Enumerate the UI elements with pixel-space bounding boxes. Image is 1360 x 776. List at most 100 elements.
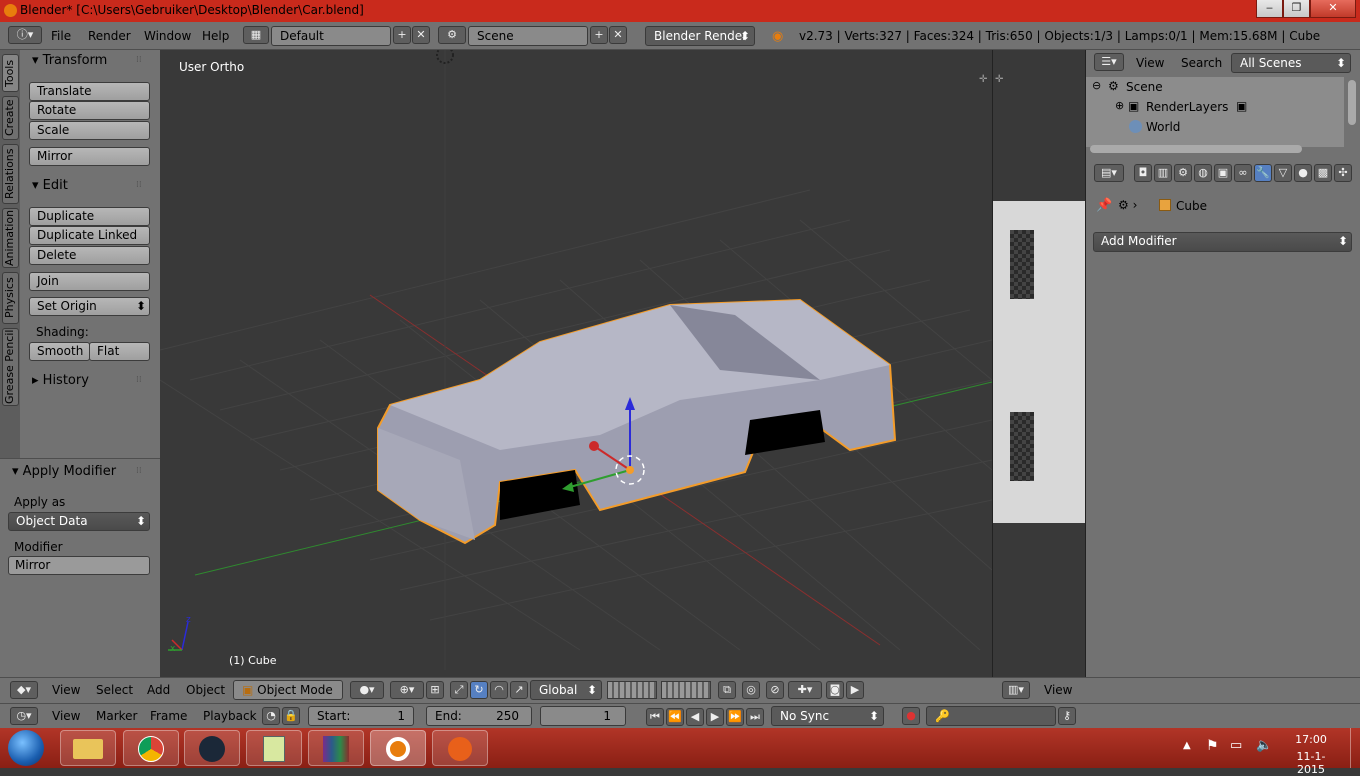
auto-keying-icon[interactable]: ● [902, 707, 920, 725]
join-button[interactable]: Join [29, 272, 150, 291]
apply-modifier-panel-header[interactable]: ▾ Apply Modifier [12, 461, 116, 483]
manipulator-toggle-icon[interactable]: ⊞ [426, 681, 444, 699]
winrar-taskbar-icon[interactable] [308, 730, 364, 766]
scene-tab-icon[interactable]: ⚙ [1174, 164, 1192, 182]
menu-object[interactable]: Object [186, 683, 225, 697]
outliner-view-menu[interactable]: View [1136, 56, 1164, 70]
transform-panel-header[interactable]: ▾ Transform [32, 50, 107, 72]
mirror-button[interactable]: Mirror [29, 147, 150, 166]
snap-element-icon[interactable]: ✚▾ [788, 681, 822, 699]
3d-viewport[interactable]: User Ortho (1) Cube z x ✛ [160, 50, 992, 677]
snap-toggle-icon[interactable]: ⊘ [766, 681, 784, 699]
drag-handle-icon[interactable]: ⁞⁞ [136, 375, 142, 385]
outliner-horizontal-scrollbar[interactable] [1090, 145, 1302, 153]
area-split-icon[interactable]: ✛ [995, 74, 1003, 85]
render-layers-tab-icon[interactable]: ▥ [1154, 164, 1172, 182]
tab-animation[interactable]: Animation [2, 208, 19, 268]
expand-icon[interactable]: ⊕ [1115, 99, 1124, 112]
pivot-point-icon[interactable]: ⊕▾ [390, 681, 424, 699]
add-scene-icon[interactable]: + [590, 26, 608, 44]
start-button[interactable] [8, 730, 44, 766]
duplicate-linked-button[interactable]: Duplicate Linked [29, 226, 150, 245]
jump-keyframe-back-icon[interactable]: ⏪ [666, 708, 684, 726]
shade-flat-button[interactable]: Flat [89, 342, 150, 361]
rotate-manipulator-icon[interactable]: ↻ [470, 681, 488, 699]
explorer-taskbar-icon[interactable] [60, 730, 116, 766]
blender-taskbar-icon[interactable] [370, 730, 426, 766]
scene-icon[interactable]: ⚙ [438, 26, 466, 44]
pin-icon[interactable]: 📌 [1096, 198, 1112, 213]
editor-type-3d-icon[interactable]: ◆▾ [10, 681, 38, 699]
clock-date[interactable]: 11-1-2015 [1283, 750, 1339, 776]
jump-end-icon[interactable]: ⏭ [746, 708, 764, 726]
end-frame-field[interactable]: End: 250 [426, 706, 532, 726]
scene-layers-grid-2[interactable] [661, 681, 711, 699]
rotate-button[interactable]: Rotate [29, 101, 150, 120]
editor-type-image-icon[interactable]: ▥▾ [1002, 681, 1030, 699]
jump-start-icon[interactable]: ⏮ [646, 708, 664, 726]
tab-relations[interactable]: Relations [2, 144, 19, 204]
menu-select[interactable]: Select [96, 683, 133, 697]
drag-handle-icon[interactable]: ⁞⁞ [136, 466, 142, 476]
scale-button[interactable]: Scale [29, 121, 150, 140]
interaction-mode-select[interactable]: ▣ Object Mode [233, 680, 343, 700]
tab-grease-pencil[interactable]: Grease Pencil [2, 328, 19, 406]
image-editor[interactable]: ✛ [993, 50, 1085, 677]
notepad-taskbar-icon[interactable] [246, 730, 302, 766]
shade-smooth-button[interactable]: Smooth [29, 342, 90, 361]
menu-render[interactable]: Render [88, 29, 131, 43]
collapse-icon[interactable]: ⊖ [1092, 79, 1101, 92]
proportional-edit-icon[interactable]: ◎ [742, 681, 760, 699]
viewport-shading-icon[interactable]: ●▾ [350, 681, 384, 699]
delete-screen-icon[interactable]: ✕ [412, 26, 430, 44]
show-hidden-icons-icon[interactable]: ▲ [1183, 740, 1191, 751]
world-tab-icon[interactable]: ◍ [1194, 164, 1212, 182]
drag-handle-icon[interactable]: ⁞⁞ [136, 180, 142, 190]
menu-file[interactable]: File [51, 29, 71, 43]
scene-field[interactable]: Scene [468, 26, 588, 46]
set-origin-menu[interactable]: Set Origin ⬍ [29, 297, 150, 316]
clock-time[interactable]: 17:00 [1283, 733, 1339, 746]
menu-window[interactable]: Window [144, 29, 191, 43]
timeline-menu-playback[interactable]: Playback [203, 709, 257, 723]
lock-time-icon[interactable]: 🔒 [282, 707, 300, 725]
outliner-vertical-scrollbar[interactable] [1348, 80, 1356, 125]
display-mode-select[interactable]: All Scenes ⬍ [1231, 53, 1351, 73]
editor-type-timeline-icon[interactable]: ◷▾ [10, 707, 38, 725]
play-reverse-icon[interactable]: ◀ [686, 708, 704, 726]
translate-button[interactable]: Translate [29, 82, 150, 101]
editor-type-info-icon[interactable]: ⓘ▾ [8, 26, 42, 44]
app-taskbar-icon[interactable] [432, 730, 488, 766]
apply-as-select[interactable]: Object Data ⬍ [8, 512, 150, 531]
menu-view[interactable]: View [52, 683, 80, 697]
show-desktop-button[interactable] [1350, 728, 1360, 768]
screen-layout-icon[interactable]: ▦ [243, 26, 269, 44]
delete-button[interactable]: Delete [29, 246, 150, 265]
screen-layout-field[interactable]: Default [271, 26, 391, 46]
object-tab-icon[interactable]: ▣ [1214, 164, 1232, 182]
modifiers-tab-icon[interactable]: 🔧 [1254, 164, 1272, 182]
image-canvas[interactable] [993, 201, 1085, 523]
chrome-taskbar-icon[interactable] [123, 730, 179, 766]
drag-handle-icon[interactable]: ⁞⁞ [136, 55, 142, 65]
tab-create[interactable]: Create [2, 96, 19, 140]
render-engine-select[interactable]: Blender Render ⬍ [645, 26, 755, 46]
delete-scene-icon[interactable]: ✕ [609, 26, 627, 44]
material-tab-icon[interactable]: ● [1294, 164, 1312, 182]
tree-item-renderlayers[interactable]: RenderLayers [1146, 100, 1228, 114]
tree-item-world[interactable]: World [1146, 120, 1180, 134]
volume-icon[interactable]: 🔈 [1256, 738, 1272, 753]
lock-layers-icon[interactable]: ⧉ [718, 681, 736, 699]
menu-help[interactable]: Help [202, 29, 229, 43]
menu-add[interactable]: Add [147, 683, 170, 697]
network-icon[interactable]: ▭ [1230, 738, 1242, 753]
timeline-menu-frame[interactable]: Frame [150, 709, 187, 723]
tab-physics[interactable]: Physics [2, 272, 19, 324]
use-preview-range-icon[interactable]: ◔ [262, 707, 280, 725]
history-panel-header[interactable]: ▸ History [32, 370, 89, 392]
edit-panel-header[interactable]: ▾ Edit [32, 175, 68, 197]
tree-item-scene[interactable]: Scene [1126, 80, 1163, 94]
outliner-editor-icon[interactable]: ☰▾ [1094, 53, 1124, 71]
transform-orientation-select[interactable]: Global ⬍ [530, 680, 602, 700]
add-screen-icon[interactable]: + [393, 26, 411, 44]
